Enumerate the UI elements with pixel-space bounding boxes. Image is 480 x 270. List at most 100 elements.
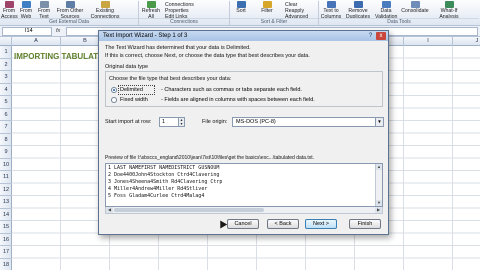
ribbon-group-label: Data Tools (319, 18, 479, 25)
row-header[interactable]: 9 (0, 146, 12, 159)
preview-line: 2 Doe4400John4Stockton Ctrd4Clavering (108, 172, 220, 178)
ribbon-button[interactable]: What-If Analysis (434, 1, 464, 19)
start-row-value: 1 (162, 119, 166, 125)
ribbon-icon (146, 1, 156, 8)
row-header[interactable]: 5 (0, 96, 12, 109)
ribbon-separator (138, 1, 139, 25)
ribbon-button[interactable]: Consolidate (400, 1, 430, 18)
preview-line: 5 Foss Gladam4Curlee Ctrd4Malag4 (108, 193, 205, 199)
ribbon-button[interactable]: From Access (1, 1, 18, 19)
file-origin-label: File origin: (202, 119, 228, 125)
ribbon-button[interactable]: From Web (18, 1, 34, 19)
ribbon-icon (39, 1, 49, 8)
cancel-button[interactable]: Cancel (227, 219, 259, 229)
row-header[interactable]: 18 (0, 259, 12, 270)
ribbon-button-label: Sort (236, 8, 246, 14)
row-header[interactable]: 8 (0, 134, 12, 146)
ribbon-button[interactable]: Existing Connections (88, 1, 122, 19)
ribbon-icon (262, 1, 272, 8)
row-header[interactable]: 17 (0, 246, 12, 259)
row-header[interactable]: 14 (0, 209, 12, 221)
ribbon: From Access From Web From Text From Other Sourc… (0, 0, 480, 26)
radio-delimited[interactable] (111, 87, 117, 93)
finish-button[interactable]: Finish (349, 219, 381, 229)
ribbon-button-label: Consolidate (401, 8, 429, 14)
scroll-thumb[interactable] (114, 208, 264, 212)
select-all-corner[interactable] (0, 37, 12, 46)
wizard-intro-line2: If this is correct, choose Next, or choo… (105, 53, 310, 59)
delimited-description: - Characters such as commas or tabs sepa… (161, 87, 302, 93)
wizard-intro-line1: The Text Wizard has determined that your… (105, 45, 251, 51)
ribbon-icon (444, 1, 454, 8)
ribbon-group-label: Connections (139, 18, 229, 25)
ribbon-icon (410, 1, 420, 8)
preview-label: Preview of file I:\sbsccs_england\2010\j… (105, 155, 315, 161)
dialog-title[interactable]: Text Import Wizard - Step 1 of 3 (99, 31, 388, 41)
text-import-wizard-dialog: Text Import Wizard - Step 1 of 3 ? x The… (98, 30, 389, 235)
scroll-down-icon[interactable]: ▼ (376, 200, 382, 206)
preview-line: 4 Miller4Andrew4Miller Rd4Stliver (108, 186, 208, 192)
ribbon-button-label: Filter (261, 8, 273, 14)
preview-line: 3 Jones4Sheena4Smith Rd4Clavering Ctrp (108, 179, 223, 185)
scroll-left-icon[interactable]: ◀ (106, 207, 113, 213)
scroll-up-icon[interactable]: ▲ (376, 164, 382, 170)
ribbon-icon (236, 1, 246, 8)
ribbon-separator (318, 1, 319, 25)
ribbon-button[interactable]: Text to Columns (320, 1, 342, 19)
vertical-scrollbar[interactable]: ▲ ▼ (375, 164, 382, 206)
fixed-width-description: - Fields are aligned in columns with spa… (161, 97, 315, 103)
ribbon-icon (326, 1, 336, 8)
row-header[interactable]: 12 (0, 184, 12, 196)
ribbon-icon (4, 1, 14, 8)
chevron-down-icon[interactable]: ▼ (375, 118, 383, 126)
preview-line: 1 LAST NAMEFIRST NAMEDISTRICT GUSNOUM (108, 165, 220, 171)
horizontal-scrollbar[interactable]: ◀ ▶ (105, 207, 383, 214)
name-box[interactable]: I14 (2, 27, 52, 36)
back-button[interactable]: < Back (267, 219, 299, 229)
column-header[interactable]: A (12, 37, 61, 46)
file-origin-value: MS-DOS (PC-8) (236, 119, 276, 125)
row-header[interactable]: 15 (0, 221, 12, 234)
row-header[interactable]: 7 (0, 121, 12, 134)
scroll-right-icon[interactable]: ▶ (375, 207, 382, 213)
row-header[interactable]: 13 (0, 196, 12, 209)
fixed-width-label[interactable]: Fixed width (120, 97, 148, 103)
row-header[interactable]: 11 (0, 171, 12, 184)
ribbon-icon (21, 1, 31, 8)
spinner-arrows-icon[interactable]: ▲ ▼ (178, 118, 184, 126)
row-headers: 1 2 3 4 5 6 7 8 9 10 11 12 13 14 15 16 17 18 (0, 46, 12, 270)
ribbon-icon (353, 1, 363, 8)
ribbon-button[interactable]: From Other Sources (55, 1, 85, 19)
start-row-label: Start import at row: (105, 119, 152, 125)
ribbon-button[interactable]: Sort (232, 1, 250, 18)
file-preview[interactable]: 1 LAST NAMEFIRST NAMEDISTRICT GUSNOUM 2 … (105, 163, 383, 207)
row-header[interactable]: 6 (0, 109, 12, 121)
row-header[interactable]: 10 (0, 159, 12, 171)
next-button[interactable]: Next > (305, 219, 337, 229)
ribbon-button[interactable]: From Text (36, 1, 52, 19)
row-header[interactable]: 4 (0, 84, 12, 96)
ribbon-button[interactable]: Refresh All (141, 1, 161, 19)
start-row-spinner[interactable]: 1 ▲ ▼ (159, 117, 185, 127)
ribbon-group-label: Get External Data (0, 18, 138, 25)
close-button[interactable]: x (376, 32, 386, 40)
row-header[interactable]: 3 (0, 71, 12, 84)
ribbon-button[interactable]: Data Validation (375, 1, 397, 19)
radio-fixed-width[interactable] (111, 97, 117, 103)
ribbon-icon (100, 1, 110, 8)
ribbon-button[interactable]: Filter (258, 1, 276, 18)
ribbon-button[interactable]: Remove Duplicates (345, 1, 371, 19)
original-data-type-label: Original data type (105, 64, 149, 70)
file-origin-select[interactable]: MS-DOS (PC-8) ▼ (232, 117, 384, 127)
row-header[interactable]: 2 (0, 59, 12, 71)
row-header[interactable]: 16 (0, 234, 12, 246)
delimited-label[interactable]: Delimited (120, 87, 143, 93)
ribbon-icon (65, 1, 75, 8)
help-icon[interactable]: ? (366, 32, 375, 40)
ribbon-icon (381, 1, 391, 8)
column-header[interactable]: I (404, 37, 453, 46)
fx-icon[interactable]: fx (56, 27, 60, 36)
row-header[interactable]: 1 (0, 46, 12, 59)
ribbon-group-label: Sort & Filter (230, 18, 318, 25)
column-header[interactable]: J (453, 37, 480, 46)
